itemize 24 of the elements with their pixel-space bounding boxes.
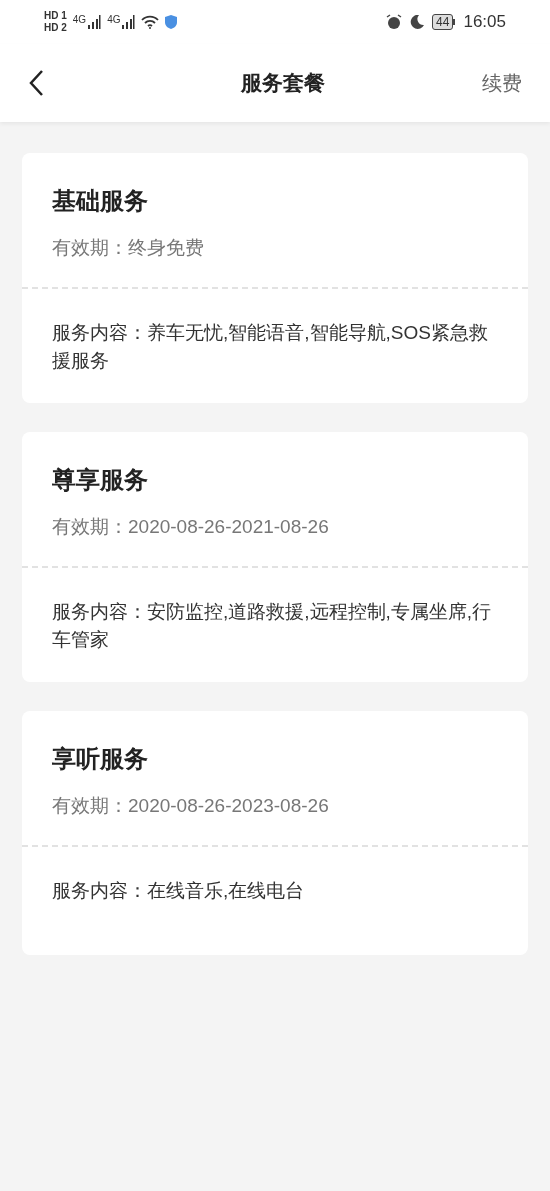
sim-label: HD 1 bbox=[44, 11, 67, 21]
alarm-icon bbox=[386, 14, 403, 30]
content-text: 服务内容：安防监控,道路救援,远程控制,专属坐席,行车管家 bbox=[52, 600, 493, 652]
validity-text: 有效期：终身免费 bbox=[52, 236, 205, 260]
content-text: 服务内容：养车无忧,智能语音,智能导航,SOS紧急救援服务 bbox=[52, 321, 489, 373]
network-label: 4G bbox=[107, 15, 121, 25]
sim-label: HD 2 bbox=[44, 23, 67, 33]
validity-text: 有效期：2020-08-26-2021-08-26 bbox=[52, 515, 330, 539]
renew-link[interactable]: 续费 bbox=[482, 68, 522, 98]
package-name: 享听服务 bbox=[52, 744, 149, 774]
back-icon[interactable] bbox=[28, 69, 44, 97]
page-title: 服务套餐 bbox=[241, 70, 325, 97]
clock-time: 16:05 bbox=[463, 11, 506, 34]
content-text: 服务内容：在线音乐,在线电台 bbox=[52, 879, 306, 903]
battery-indicator: 44 bbox=[432, 14, 454, 30]
package-name: 基础服务 bbox=[52, 186, 149, 216]
signal-icon bbox=[87, 15, 102, 29]
wifi-icon bbox=[141, 15, 160, 29]
network-label: 4G bbox=[72, 15, 87, 25]
shield-icon bbox=[165, 15, 178, 29]
validity-text: 有效期：2020-08-26-2023-08-26 bbox=[52, 794, 330, 818]
moon-icon bbox=[410, 15, 425, 29]
package-name: 尊享服务 bbox=[52, 465, 149, 495]
signal-icon bbox=[121, 15, 136, 29]
